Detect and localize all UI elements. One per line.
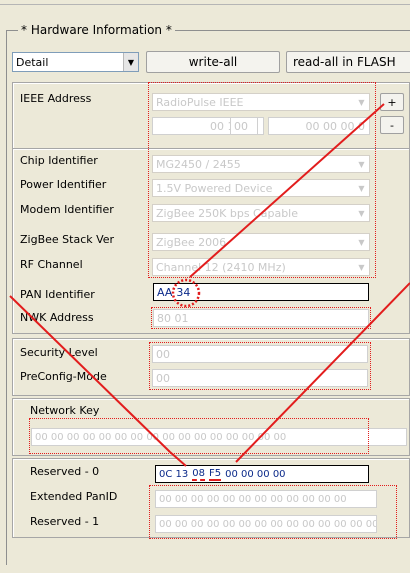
modem-identifier-label: Modem Identifier xyxy=(20,203,114,216)
annotation-box-reserved xyxy=(149,485,397,539)
pan-identifier-field[interactable]: AA 34 xyxy=(153,283,369,301)
annotation-box-nwk xyxy=(151,307,371,329)
ieee-minus-button[interactable]: - xyxy=(380,116,404,134)
nwk-address-label: NWK Address xyxy=(20,311,94,324)
preconfig-mode-label: PreConfig-Mode xyxy=(20,370,107,383)
read-all-flash-button[interactable]: read-all in FLASH xyxy=(286,51,410,73)
reserved-0-part-4: 00 00 00 00 xyxy=(225,468,286,480)
write-all-button[interactable]: write-all xyxy=(146,51,280,73)
annotation-box-security xyxy=(149,342,371,390)
rf-channel-label: RF Channel xyxy=(20,258,83,271)
reserved-0-part-2: 08 xyxy=(192,467,205,481)
ieee-address-label: IEEE Address xyxy=(20,92,92,105)
extended-panid-label: Extended PanID xyxy=(30,490,118,503)
pan-identifier-byte-b: 34 xyxy=(176,285,191,299)
annotation-box-network-key xyxy=(29,418,369,454)
reserved-1-label: Reserved - 1 xyxy=(30,515,100,528)
security-level-label: Security Level xyxy=(20,346,98,359)
pan-identifier-label: PAN Identifier xyxy=(20,288,95,301)
group-frame-left xyxy=(6,30,7,565)
ieee-plus-button[interactable]: + xyxy=(380,93,404,111)
zigbee-stack-label: ZigBee Stack Ver xyxy=(20,233,115,246)
chevron-down-icon[interactable]: ▼ xyxy=(123,53,138,71)
view-select[interactable]: Detail ▼ xyxy=(12,52,139,72)
reserved-0-label: Reserved - 0 xyxy=(30,465,100,478)
top-divider xyxy=(0,4,410,5)
pan-identifier-byte-a: AA xyxy=(157,285,173,299)
reserved-0-field[interactable]: 0C 13 08 F5 00 00 00 00 xyxy=(155,465,369,483)
reserved-0-part-1: 0C 13 xyxy=(159,468,189,480)
view-select-value: Detail xyxy=(16,55,49,69)
network-key-label: Network Key xyxy=(30,404,100,417)
reserved-0-part-3: F5 xyxy=(208,467,222,481)
annotation-box-identifiers xyxy=(148,82,376,278)
chip-identifier-label: Chip Identifier xyxy=(20,154,98,167)
power-identifier-label: Power Identifier xyxy=(20,178,107,191)
group-title: * Hardware Information * xyxy=(18,23,175,37)
